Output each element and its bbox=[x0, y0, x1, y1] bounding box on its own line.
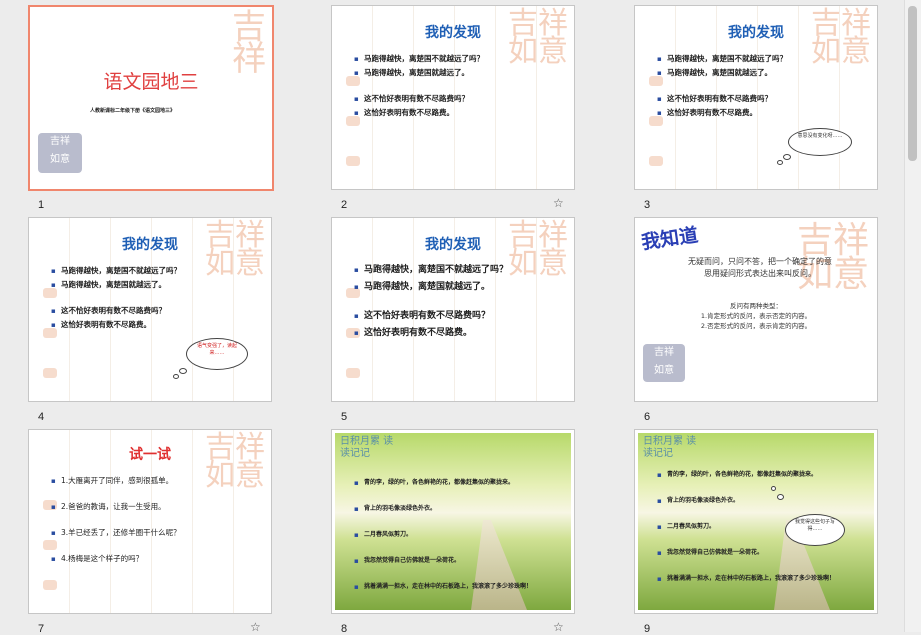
slide-number: 3 bbox=[644, 199, 651, 211]
slide-subtitle: 人教新课标二年级下册《语文园地三》 bbox=[90, 108, 176, 114]
slide-title: 我的发现 bbox=[425, 237, 481, 253]
point-item: 2.爸爸的教诲，让我一生受用。 bbox=[51, 500, 181, 514]
vertical-scrollbar[interactable] bbox=[904, 0, 921, 632]
point-item: 我忽然觉得自己仿佛就是一朵荷花。 bbox=[657, 546, 867, 560]
slide-title: 试一试 bbox=[129, 447, 171, 463]
slide-number: 4 bbox=[38, 411, 45, 423]
point-item: 马跑得越快，离楚国不就越远了吗？ bbox=[354, 52, 484, 66]
slide-heading: 日积月累 读读记记 bbox=[643, 436, 697, 459]
point-item: 这恰好表明有数不尽路费。 bbox=[51, 318, 181, 332]
point-item: 背上的羽毛像淡绿色外衣。 bbox=[354, 502, 564, 516]
slide-title: 我的发现 bbox=[122, 237, 178, 253]
transition-star-icon[interactable]: ☆ bbox=[553, 196, 564, 210]
point-item: 1.大雁离开了同伴，感到很孤单。 bbox=[51, 474, 181, 488]
slide-number: 6 bbox=[644, 411, 651, 423]
point-item: 这不恰好表明有数不尽路费吗？ bbox=[51, 304, 181, 318]
slide-thumbnail-7[interactable]: 吉祥如意 试一试 1.大雁离开了同伴，感到很孤单。 2.爸爸的教诲，让我一生受用… bbox=[28, 429, 272, 614]
slide-thumbnail-9[interactable]: 日积月累 读读记记 青的李，绿的叶，各色鲜艳的花，都像赶集似的聚拢来。 背上的羽… bbox=[634, 429, 878, 614]
point-item: 4.杨梅是这个样子的吗？ bbox=[51, 552, 181, 566]
slide-heading: 我知道 bbox=[639, 224, 700, 254]
slide-thumbnail-8[interactable]: 日积月累 读读记记 青的李，绿的叶，各色鲜艳的花，都像赶集似的聚拢来。 背上的羽… bbox=[331, 429, 575, 614]
slide-number: 1 bbox=[38, 199, 45, 211]
slide-thumbnail-4[interactable]: 吉祥如意 我的发现 马跑得越快，离楚国不就越远了吗？ 马跑得越快，离楚国就越远了… bbox=[28, 217, 272, 402]
slide-thumbnail-6[interactable]: 吉祥 如意 我知道 无疑而问，只问不答，把一个确定了的意思用疑问形式表达出来叫反问… bbox=[634, 217, 878, 402]
slide-thumbnail-3[interactable]: 吉祥如意 我的发现 马跑得越快，离楚国不就越远了吗？ 马跑得越快，离楚国就越远了… bbox=[634, 5, 878, 190]
point-item: 我忽然觉得自己仿佛就是一朵荷花。 bbox=[354, 554, 564, 568]
point-item: 马跑得越快，离楚国就越远了。 bbox=[354, 279, 508, 296]
slide-sorter-grid: 吉祥 语文园地三 人教新课标二年级下册《语文园地三》 吉祥 如意 1 吉祥 如意 我… bbox=[0, 0, 905, 635]
point-item: 青的李，绿的叶，各色鲜艳的花，都像赶集似的聚拢来。 bbox=[657, 468, 867, 482]
point-item: 这恰好表明有数不尽路费。 bbox=[657, 106, 787, 120]
point-item: 挑着满满一担水，走在林中的石板路上，我滚滚了多少珍珠啊！ bbox=[657, 572, 857, 586]
point-item: 挑着满满一担水，走在林中的石板路上，我滚滚了多少珍珠啊！ bbox=[354, 580, 564, 594]
type-one: 1.肯定形式的反问，表示否定的内容。 bbox=[700, 312, 812, 320]
point-list: 马跑得越快，离楚国不就越远了吗？ 马跑得越快，离楚国就越远了。 这不恰好表明有数… bbox=[51, 264, 181, 332]
point-item: 马跑得越快，离楚国就越远了。 bbox=[51, 278, 181, 292]
definition-text: 无疑而问，只问不答，把一个确定了的意思用疑问形式表达出来叫反问。 bbox=[688, 257, 832, 278]
point-list: 马跑得越快，离楚国不就越远了吗？ 马跑得越快，离楚国就越远了。 这不恰好表明有数… bbox=[657, 52, 787, 120]
slide-heading: 日积月累 读读记记 bbox=[340, 436, 394, 459]
thought-bubble: 我觉得这些句子写得…… bbox=[785, 514, 845, 546]
point-item: 二月春风似剪刀。 bbox=[354, 528, 564, 542]
point-item: 这不恰好表明有数不尽路费吗？ bbox=[354, 308, 508, 325]
point-list: 马跑得越快，离楚国不就越远了吗？ 马跑得越快，离楚国就越远了。 这不恰好表明有数… bbox=[354, 262, 508, 342]
point-item: 这恰好表明有数不尽路费。 bbox=[354, 106, 484, 120]
point-item: 马跑得越快，离楚国就越远了。 bbox=[354, 66, 484, 80]
point-item: 青的李，绿的叶，各色鲜艳的花，都像赶集似的聚拢来。 bbox=[354, 476, 564, 490]
slide-number: 7 bbox=[38, 623, 45, 635]
point-item: 马跑得越快，离楚国不就越远了吗？ bbox=[354, 262, 508, 279]
point-list: 1.大雁离开了同伴，感到很孤单。 2.爸爸的教诲，让我一生受用。 3.羊已经丢了… bbox=[51, 474, 181, 566]
point-list: 马跑得越快，离楚国不就越远了吗？ 马跑得越快，离楚国就越远了。 这不恰好表明有数… bbox=[354, 52, 484, 120]
point-item: 背上的羽毛像淡绿色外衣。 bbox=[657, 494, 867, 508]
slide-thumbnail-2[interactable]: 吉祥如意 我的发现 马跑得越快，离楚国不就越远了吗？ 马跑得越快，离楚国就越远了… bbox=[331, 5, 575, 190]
slide-number: 9 bbox=[644, 623, 651, 635]
slide-number: 2 bbox=[341, 199, 348, 211]
slide-thumbnail-1[interactable]: 吉祥 语文园地三 人教新课标二年级下册《语文园地三》 吉祥 如意 bbox=[28, 5, 274, 191]
point-item: 这恰好表明有数不尽路费。 bbox=[354, 325, 508, 342]
thought-bubble: 意思没有变化呀…… bbox=[788, 128, 852, 156]
slide-thumbnail-5[interactable]: 吉祥如意 我的发现 马跑得越快，离楚国不就越远了吗？ 马跑得越快，离楚国就越远了… bbox=[331, 217, 575, 402]
types-heading: 反问有两种类型： bbox=[730, 302, 782, 310]
slide-number: 8 bbox=[341, 623, 348, 635]
slide-title: 语文园地三 bbox=[103, 71, 199, 93]
point-item: 马跑得越快，离楚国就越远了。 bbox=[657, 66, 787, 80]
slide-number: 5 bbox=[341, 411, 348, 423]
point-item: 这不恰好表明有数不尽路费吗？ bbox=[354, 92, 484, 106]
slide-title: 我的发现 bbox=[728, 25, 784, 41]
point-item: 马跑得越快，离楚国不就越远了吗？ bbox=[657, 52, 787, 66]
point-item: 这不恰好表明有数不尽路费吗？ bbox=[657, 92, 787, 106]
thought-bubble: 语气变强了，读起来…… bbox=[186, 338, 248, 370]
point-item: 3.羊已经丢了，还修羊圈干什么呢？ bbox=[51, 526, 181, 540]
point-list: 青的李，绿的叶，各色鲜艳的花，都像赶集似的聚拢来。 背上的羽毛像淡绿色外衣。 二… bbox=[354, 476, 564, 594]
seal-logo: 吉祥 如意 bbox=[38, 133, 82, 173]
point-item: 马跑得越快，离楚国不就越远了吗？ bbox=[51, 264, 181, 278]
slide-title: 我的发现 bbox=[425, 25, 481, 41]
type-two: 2.否定形式的反问，表示肯定的内容。 bbox=[700, 322, 812, 330]
seal-decoration: 吉祥 bbox=[232, 7, 266, 79]
seal-logo: 吉祥 如意 bbox=[643, 344, 685, 382]
scrollbar-thumb[interactable] bbox=[908, 6, 917, 161]
